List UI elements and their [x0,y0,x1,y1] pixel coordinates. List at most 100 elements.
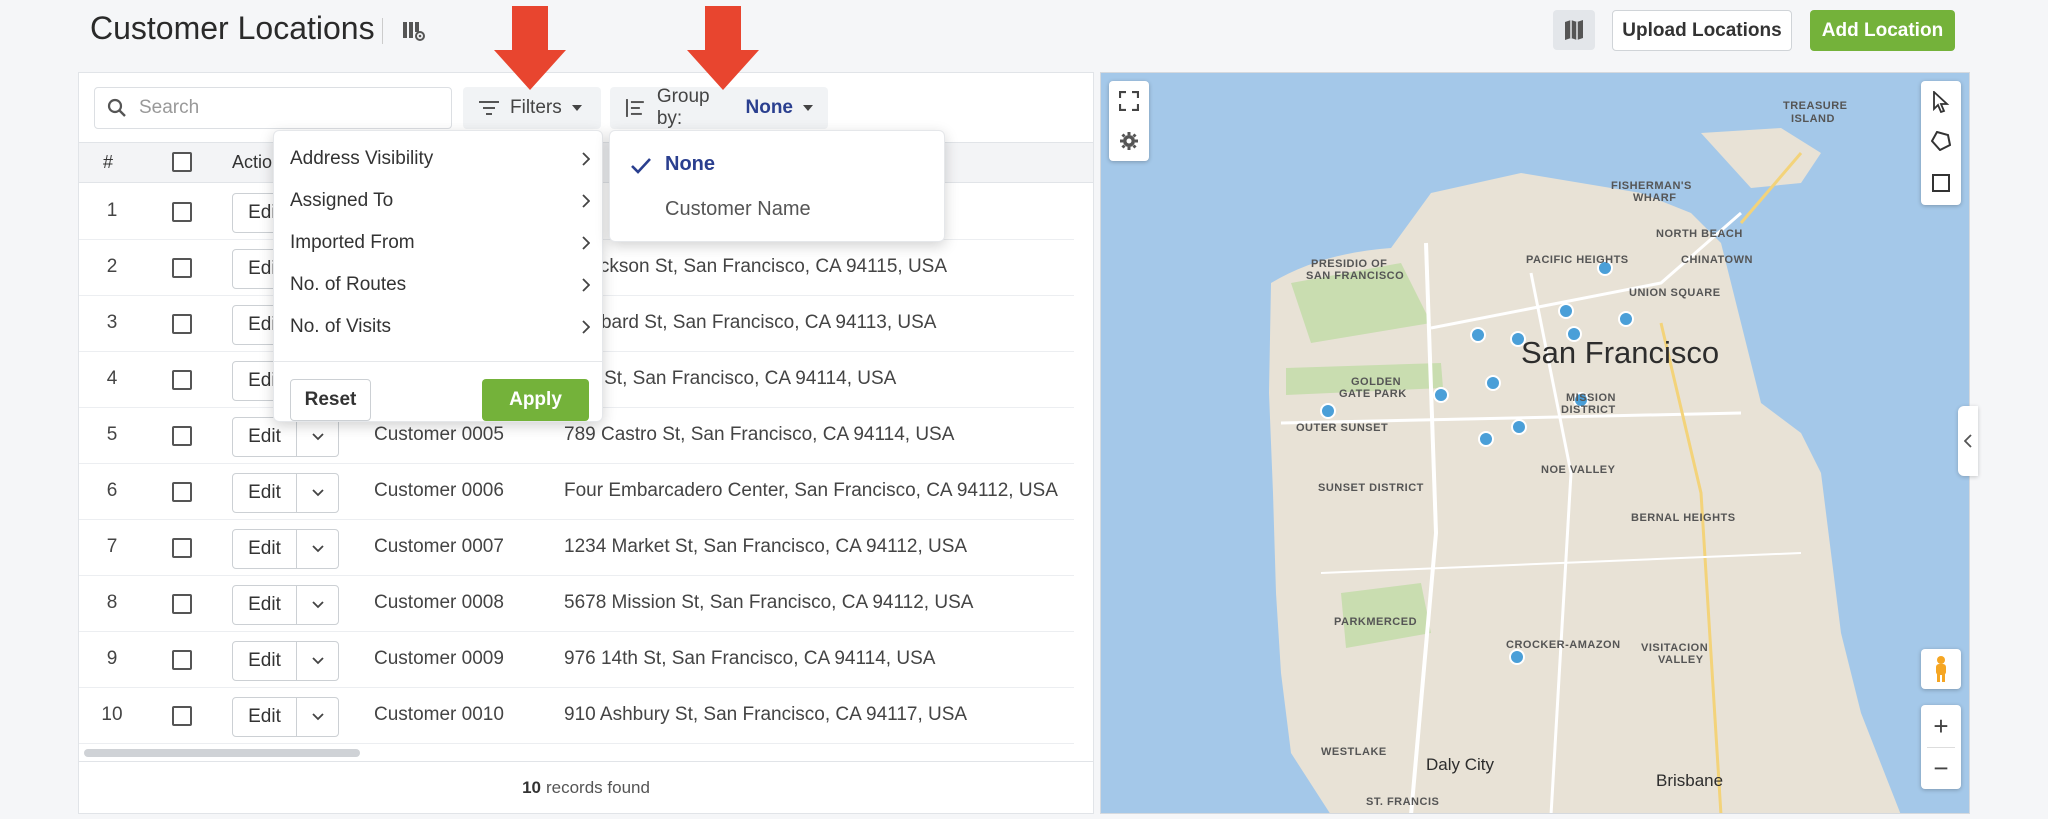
customer-name: Customer 0008 [374,592,504,613]
group-option-customer-name[interactable]: Customer Name [665,198,811,221]
chevron-down-icon [311,489,324,497]
map-canvas: TREASURE ISLAND FISHERMAN'S WHARF NORTH … [1269,100,1901,813]
edit-button[interactable]: Edit [233,474,297,512]
edit-dropdown-button[interactable] [297,530,338,568]
group-option-none[interactable]: None [665,153,715,176]
pointer-icon[interactable] [1931,91,1951,113]
filter-menu-item[interactable]: No. of Visits [290,307,590,347]
map-city-label: San Francisco [1521,335,1719,370]
group-by-button[interactable]: Group by: None [610,86,828,129]
edit-button-group: Edit [232,473,339,513]
svg-text:PARKMERCED: PARKMERCED [1334,616,1417,628]
group-icon [625,99,644,117]
row-checkbox[interactable] [172,370,192,390]
row-checkbox[interactable] [172,426,192,446]
upload-locations-button[interactable]: Upload Locations [1612,10,1792,51]
edit-dropdown-button[interactable] [297,418,338,456]
column-header-actions: Actio [232,152,273,172]
filter-menu-item-label: Assigned To [290,190,394,211]
page-title: Customer Locations [90,10,375,46]
gear-icon[interactable] [1119,131,1139,151]
filters-label: Filters [510,97,562,118]
row-checkbox[interactable] [172,482,192,502]
filter-menu-item-label: No. of Routes [290,274,407,295]
search-icon [107,98,126,117]
svg-text:WHARF: WHARF [1633,192,1676,204]
select-all-checkbox[interactable] [172,152,192,172]
row-index: 9 [106,648,118,669]
row-checkbox[interactable] [172,594,192,614]
svg-text:ST. FRANCIS: ST. FRANCIS [1366,796,1439,808]
table-row[interactable]: 6 Edit Customer 0006 Four Embarcadero Cente… [79,464,1074,520]
fullscreen-icon[interactable] [1119,91,1139,111]
table-row[interactable]: 7 Edit Customer 0007 1234 Market St, San Fr… [79,520,1074,576]
apply-button[interactable]: Apply [482,379,589,421]
search-box[interactable] [94,87,452,129]
drawing-tools [1921,81,1961,205]
edit-button[interactable]: Edit [233,698,297,736]
customer-name: Customer 0006 [374,480,504,501]
table-row[interactable]: 8 Edit Customer 0008 5678 Mission St, San F… [79,576,1074,632]
customer-address: Lombard St, San Francisco, CA 94113, USA [564,312,937,333]
group-by-menu: None Customer Name [609,130,945,242]
row-checkbox[interactable] [172,258,192,278]
zoom-in-button[interactable]: + [1921,705,1961,747]
row-checkbox[interactable] [172,650,192,670]
filter-menu-item[interactable]: Address Visibility [290,139,590,179]
svg-text:Brisbane: Brisbane [1656,771,1723,790]
customer-name: Customer 0009 [374,648,504,669]
check-icon [631,158,651,174]
add-location-button[interactable]: Add Location [1810,10,1955,51]
svg-text:FISHERMAN'S: FISHERMAN'S [1611,180,1692,192]
rectangle-icon[interactable] [1931,173,1951,193]
chevron-left-icon [1964,434,1972,448]
zoom-out-button[interactable]: − [1921,747,1961,789]
row-checkbox[interactable] [172,706,192,726]
edit-dropdown-button[interactable] [297,586,338,624]
edit-button[interactable]: Edit [233,586,297,624]
map-view[interactable]: TREASURE ISLAND FISHERMAN'S WHARF NORTH … [1100,72,1970,814]
map-settings-icon[interactable] [402,20,426,42]
edit-button[interactable]: Edit [233,530,297,568]
svg-text:NOE VALLEY: NOE VALLEY [1541,464,1616,476]
table-footer: 10 records found [79,761,1093,814]
chevron-right-icon [582,320,590,334]
table-row[interactable]: 9 Edit Customer 0009 976 14th St, San Franc… [79,632,1074,688]
filter-menu-item[interactable]: Assigned To [290,181,590,221]
edit-dropdown-button[interactable] [297,474,338,512]
filters-button[interactable]: Filters [463,87,601,129]
search-input[interactable] [139,97,439,119]
customer-address: 910 Ashbury St, San Francisco, CA 94117,… [564,704,968,725]
zoom-controls: + − [1921,705,1961,789]
svg-text:TREASURE: TREASURE [1783,100,1848,112]
polygon-icon[interactable] [1931,131,1951,151]
svg-text:CHINATOWN: CHINATOWN [1681,254,1753,266]
svg-text:ISLAND: ISLAND [1791,113,1835,125]
table-row[interactable]: 10 Edit Customer 0010 910 Ashbury St, San F… [79,688,1074,744]
row-index: 4 [106,368,118,389]
filter-menu-item[interactable]: No. of Routes [290,265,590,305]
row-checkbox[interactable] [172,538,192,558]
chevron-down-icon [311,545,324,553]
record-count-label: records found [545,778,650,797]
map-toggle-button[interactable] [1553,10,1595,50]
edit-dropdown-button[interactable] [297,642,338,680]
row-checkbox[interactable] [172,314,192,334]
street-view-pegman[interactable] [1921,649,1961,689]
edit-button[interactable]: Edit [233,418,297,456]
filter-menu-item[interactable]: Imported From [290,223,590,263]
chevron-down-icon [311,433,324,441]
map-view-controls [1109,81,1149,161]
collapse-map-tab[interactable] [1958,406,1978,476]
row-checkbox[interactable] [172,202,192,222]
edit-button[interactable]: Edit [233,642,297,680]
reset-button[interactable]: Reset [290,379,371,421]
horizontal-scrollbar[interactable] [84,749,360,757]
svg-text:Daly City: Daly City [1426,755,1495,774]
chevron-down-icon [311,601,324,609]
edit-dropdown-button[interactable] [297,698,338,736]
column-header-index: # [103,152,114,172]
svg-text:NORTH BEACH: NORTH BEACH [1656,228,1743,240]
row-index: 2 [106,256,118,277]
svg-text:VALLEY: VALLEY [1658,654,1704,666]
